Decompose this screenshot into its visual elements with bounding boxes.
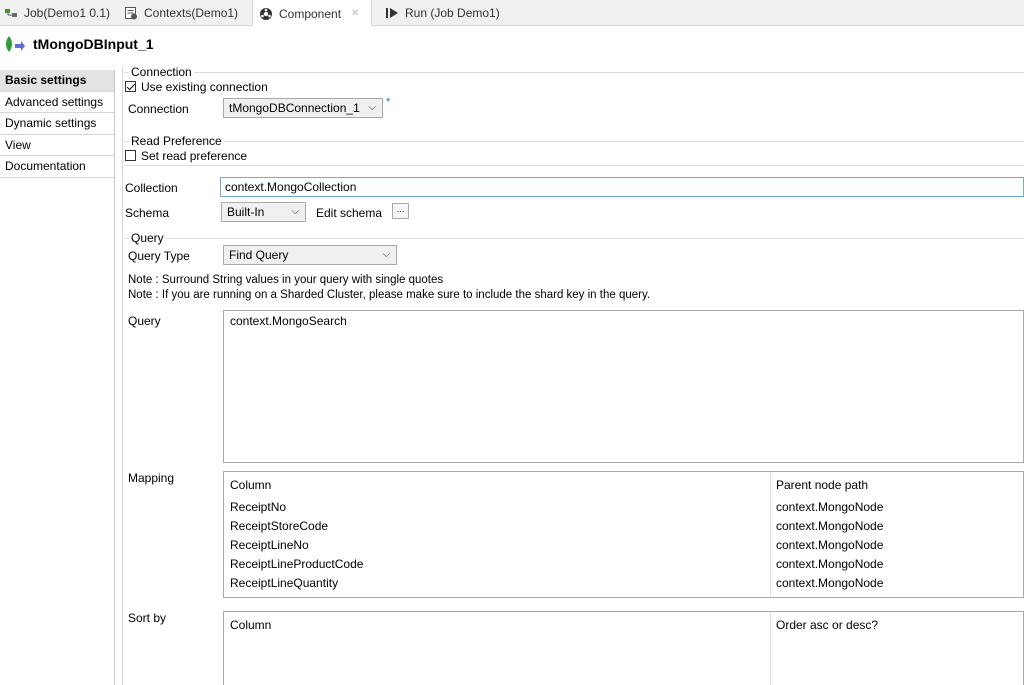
mapping-cell-column: ReceiptNo <box>230 500 287 514</box>
close-icon[interactable]: ✕ <box>351 8 359 19</box>
set-read-preference-checkbox[interactable] <box>125 150 136 161</box>
group-divider <box>124 72 1024 73</box>
table-row[interactable]: ReceiptLineProductCode context.MongoNode <box>224 555 1023 574</box>
sort-by-label: Sort by <box>128 611 167 625</box>
sort-header-order[interactable]: Order asc or desc? <box>770 612 878 638</box>
schema-label: Schema <box>125 206 170 220</box>
tab-label: Job(Demo1 0.1) <box>24 6 111 20</box>
mapping-cell-column: ReceiptLineProductCode <box>230 557 364 571</box>
collection-label: Collection <box>125 181 178 195</box>
group-divider <box>124 165 1024 166</box>
sort-header-column[interactable]: Column <box>224 612 271 638</box>
tab-job[interactable]: Job(Demo1 0.1) <box>4 0 110 26</box>
tab-contexts[interactable]: Contexts(Demo1) <box>124 0 238 26</box>
connection-label: Connection <box>128 102 189 116</box>
nav-dynamic-settings[interactable]: Dynamic settings <box>0 113 114 135</box>
edit-schema-label: Edit schema <box>316 206 383 220</box>
component-icon <box>259 7 273 21</box>
mapping-header-column[interactable]: Column <box>224 472 271 498</box>
mongodb-leaf-icon <box>4 35 25 53</box>
chevron-down-icon: ⌵ <box>368 102 376 113</box>
table-row[interactable]: ReceiptLineNo context.MongoNode <box>224 536 1023 555</box>
tab-label: Component <box>279 6 342 21</box>
mapping-cell-path: context.MongoNode <box>776 500 884 514</box>
chevron-down-icon: ⌵ <box>382 249 390 260</box>
mapping-cell-path: context.MongoNode <box>776 538 884 552</box>
mapping-cell-path: context.MongoNode <box>776 576 884 590</box>
group-divider <box>124 238 1024 239</box>
collection-input[interactable]: context.MongoCollection <box>220 177 1024 197</box>
tab-run[interactable]: Run (Job Demo1) <box>385 0 500 26</box>
editor-tab-bar: Job(Demo1 0.1) Contexts(Demo1) Component… <box>0 0 1024 27</box>
group-divider <box>124 141 1024 142</box>
query-type-select[interactable]: Find Query ⌵ <box>223 245 397 265</box>
run-icon <box>385 6 399 20</box>
connection-select-value: tMongoDBConnection_1 <box>229 101 360 115</box>
table-row[interactable]: ReceiptLineQuantity context.MongoNode <box>224 574 1023 593</box>
query-type-select-value: Find Query <box>229 248 289 262</box>
divider <box>122 66 123 685</box>
note-sharded-cluster: Note : If you are running on a Sharded C… <box>128 289 651 301</box>
mapping-header-parent-node-path[interactable]: Parent node path <box>770 472 868 498</box>
set-read-preference-label: Set read preference <box>141 149 248 163</box>
read-preference-group-title: Read Preference <box>129 134 224 148</box>
note-single-quotes: Note : Surround String values in your qu… <box>128 274 444 286</box>
nav-view[interactable]: View <box>0 135 114 156</box>
settings-nav: Basic settings Advanced settings Dynamic… <box>0 70 115 685</box>
edit-schema-button[interactable]: ... <box>392 203 409 219</box>
nav-documentation[interactable]: Documentation <box>0 156 114 178</box>
mapping-cell-path: context.MongoNode <box>776 519 884 533</box>
schema-select-value: Built-In <box>227 205 265 219</box>
sort-table: Column Order asc or desc? <box>223 611 1024 685</box>
tab-component[interactable]: Component ✕ <box>252 0 372 27</box>
nav-basic-settings[interactable]: Basic settings <box>0 70 114 92</box>
query-type-label: Query Type <box>128 249 190 263</box>
query-label: Query <box>128 314 161 328</box>
nav-advanced-settings[interactable]: Advanced settings <box>0 92 114 113</box>
tab-label: Run (Job Demo1) <box>405 6 500 20</box>
mapping-label: Mapping <box>128 471 175 485</box>
query-group-title: Query <box>129 231 166 245</box>
schema-select[interactable]: Built-In ⌵ <box>221 202 306 222</box>
component-title: tMongoDBInput_1 <box>4 33 154 55</box>
contexts-icon <box>124 6 138 20</box>
mapping-cell-path: context.MongoNode <box>776 557 884 571</box>
mapping-cell-column: ReceiptStoreCode <box>230 519 329 533</box>
query-textarea[interactable]: context.MongoSearch <box>223 310 1024 463</box>
mapping-cell-column: ReceiptLineQuantity <box>230 576 339 590</box>
mapping-table: Column Parent node path ReceiptNo contex… <box>223 471 1024 598</box>
connection-select[interactable]: tMongoDBConnection_1 ⌵ <box>223 98 383 118</box>
chevron-down-icon: ⌵ <box>291 206 299 217</box>
table-row[interactable]: ReceiptNo context.MongoNode <box>224 498 1023 517</box>
use-existing-connection-checkbox[interactable] <box>125 81 136 92</box>
job-icon <box>4 6 18 20</box>
tab-label: Contexts(Demo1) <box>144 6 239 20</box>
connection-group-title: Connection <box>129 65 194 79</box>
table-row[interactable]: ReceiptStoreCode context.MongoNode <box>224 517 1023 536</box>
use-existing-connection-label: Use existing connection <box>141 80 268 94</box>
mapping-cell-column: ReceiptLineNo <box>230 538 309 552</box>
component-title-text: tMongoDBInput_1 <box>33 36 154 52</box>
required-marker: * <box>386 96 391 108</box>
